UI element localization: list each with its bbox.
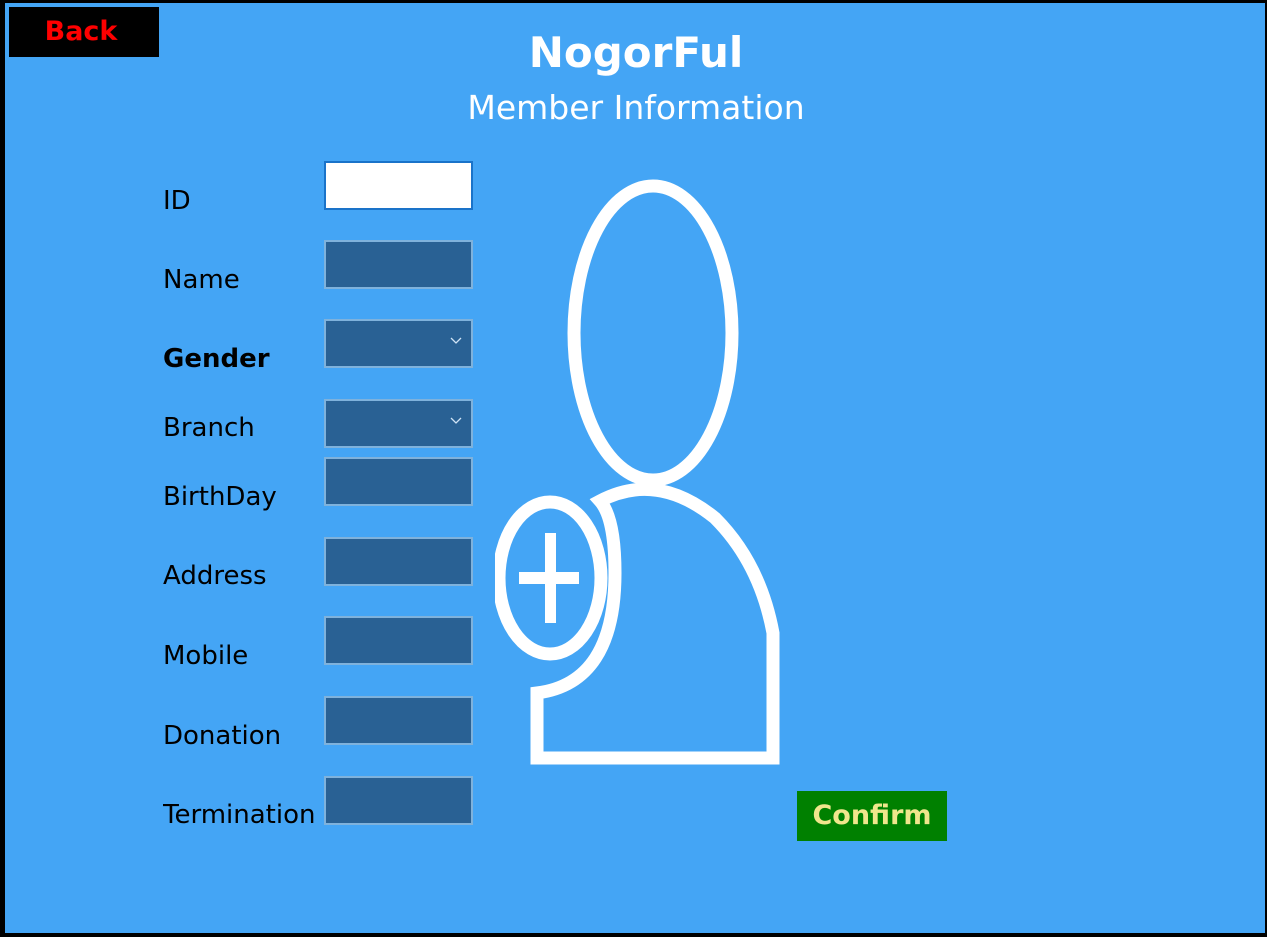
birthday-label: BirthDay xyxy=(163,482,277,512)
add-user-icon xyxy=(495,179,780,765)
app-title: NogorFul xyxy=(528,28,744,77)
name-input[interactable] xyxy=(324,240,473,289)
chevron-down-icon xyxy=(450,417,462,424)
branch-select[interactable] xyxy=(324,399,473,448)
mobile-label: Mobile xyxy=(163,641,249,671)
gender-label: Gender xyxy=(163,344,270,374)
id-label: ID xyxy=(163,186,191,216)
name-label: Name xyxy=(163,265,240,295)
id-input[interactable] xyxy=(324,161,473,210)
birthday-input[interactable] xyxy=(324,457,473,506)
mobile-input[interactable] xyxy=(324,616,473,665)
member-information-window: Back NogorFul Member Information ID Name… xyxy=(5,3,1265,933)
confirm-button[interactable]: Confirm xyxy=(797,791,947,841)
gender-select[interactable] xyxy=(324,319,473,368)
termination-label: Termination xyxy=(163,800,316,830)
donation-label: Donation xyxy=(163,721,282,751)
branch-label: Branch xyxy=(163,413,255,443)
address-input[interactable] xyxy=(324,537,473,586)
termination-label-container: Termination xyxy=(163,800,324,830)
address-label: Address xyxy=(163,561,267,591)
chevron-down-icon xyxy=(450,337,462,344)
donation-input[interactable] xyxy=(324,696,473,745)
termination-input[interactable] xyxy=(324,776,473,825)
page-title: Member Information xyxy=(467,88,805,127)
